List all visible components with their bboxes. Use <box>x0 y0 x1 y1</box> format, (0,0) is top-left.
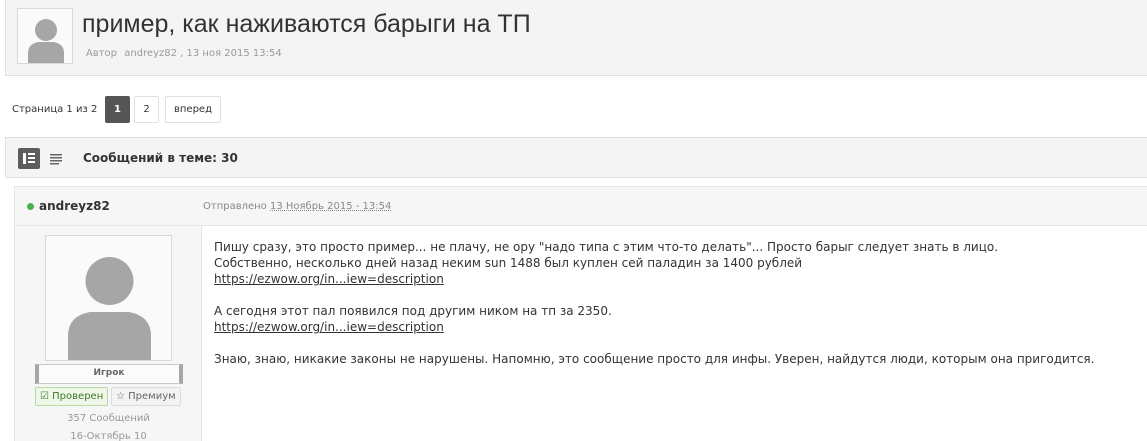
default-avatar-icon <box>46 236 171 360</box>
verified-badge: ☑ Проверен <box>35 387 109 406</box>
topic-meta-prefix: Автор <box>86 48 118 59</box>
post-line: Пишу сразу, это просто пример... не плач… <box>214 240 999 254</box>
star-icon: ☆ <box>116 391 125 402</box>
topic-meta: Автор andreyz82 , 13 ноя 2015 13:54 <box>86 48 282 59</box>
check-icon: ☑ <box>40 391 49 402</box>
topic-date: , 13 ноя 2015 13:54 <box>180 48 282 59</box>
message-count: Сообщений в теме: 30 <box>83 151 238 165</box>
post-line: Собственно, несколько дней назад неким s… <box>214 256 803 270</box>
post-line: Знаю, знаю, никакие законы не нарушены. … <box>214 352 1095 366</box>
post-date-label: Отправлено <box>203 201 267 212</box>
lines-view-icon <box>50 154 62 165</box>
page-title: пример, как наживаются барыги на ТП <box>82 10 531 38</box>
page-info: Страница 1 из 2 <box>12 104 98 115</box>
topic-header: пример, как наживаются барыги на ТП Авто… <box>5 0 1147 76</box>
post-body: Пишу сразу, это просто пример... не плач… <box>214 239 1144 367</box>
page-1-button[interactable]: 1 <box>105 96 130 123</box>
premium-badge-label: Премиум <box>128 391 176 402</box>
post-date: Отправлено 13 Ноябрь 2015 - 13:54 <box>203 201 391 212</box>
post-line: А сегодня этот пал появился под другим н… <box>214 304 612 318</box>
post: andreyz82 Отправлено 13 Ноябрь 2015 - 13… <box>14 186 1147 441</box>
topic-author-avatar[interactable] <box>17 8 73 64</box>
topic-toolbar: Сообщений в теме: 30 <box>5 137 1147 178</box>
topic-author-link[interactable]: andreyz82 <box>124 48 177 59</box>
default-avatar-icon <box>18 9 72 63</box>
author-info: Игрок ☑ Проверен ☆ Премиум 357 Сообщений… <box>15 226 202 441</box>
post-author-link[interactable]: andreyz82 <box>39 199 110 213</box>
author-message-count: 357 Сообщений <box>67 413 150 424</box>
next-page-button[interactable]: вперед <box>165 96 221 123</box>
post-author-avatar[interactable] <box>45 235 172 361</box>
post-link-2[interactable]: https://ezwow.org/in...iew=description <box>214 320 444 334</box>
standard-view-button[interactable] <box>18 148 40 169</box>
author-join-date: 16-Октябрь 10 <box>70 431 147 441</box>
post-header: andreyz82 Отправлено 13 Ноябрь 2015 - 13… <box>15 187 1147 226</box>
user-group-badge: Игрок <box>35 364 183 384</box>
post-link-1[interactable]: https://ezwow.org/in...iew=description <box>214 272 444 286</box>
page-2-button[interactable]: 2 <box>134 96 159 123</box>
compact-view-button[interactable] <box>46 148 68 169</box>
list-view-icon <box>23 153 35 164</box>
post-date-value[interactable]: 13 Ноябрь 2015 - 13:54 <box>270 201 391 212</box>
premium-badge: ☆ Премиум <box>111 387 181 406</box>
verified-badge-label: Проверен <box>52 391 104 402</box>
online-status-icon <box>27 203 34 210</box>
